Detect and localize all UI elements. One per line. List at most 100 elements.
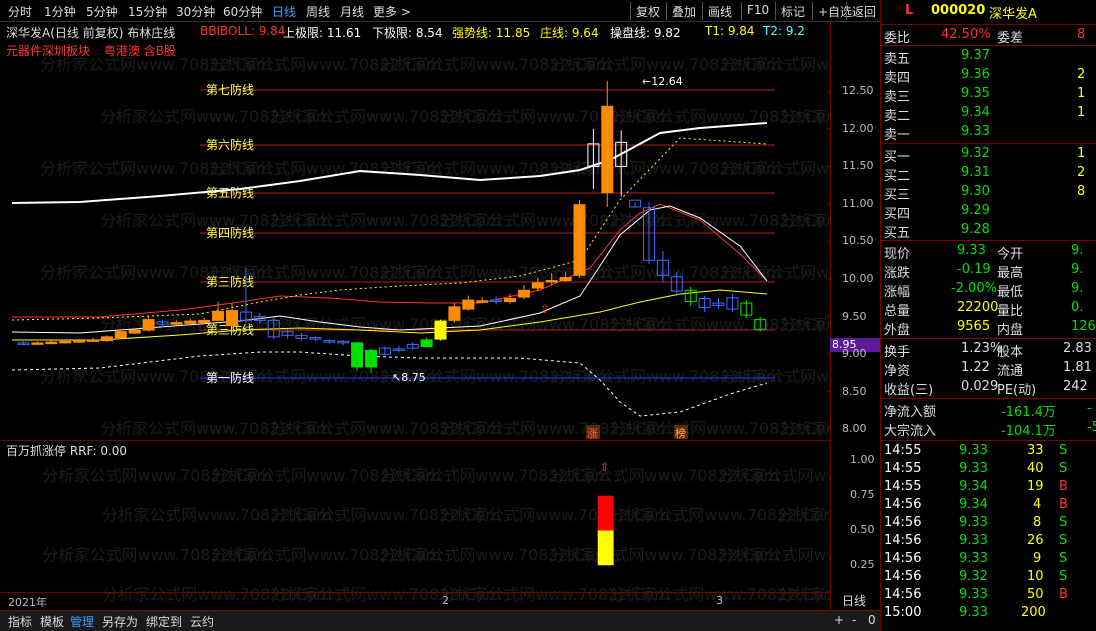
period-tab-2[interactable]: 5分钟 — [86, 3, 118, 20]
candle-body[interactable] — [601, 105, 614, 194]
candle-body[interactable] — [128, 329, 141, 334]
period-tab-7[interactable]: 周线 — [306, 3, 330, 20]
sector-tag[interactable]: 深圳板块 — [42, 44, 90, 58]
stock-header: L 000020 深华发A — [881, 2, 1096, 22]
buy-level-5[interactable]: 买五 9.28 — [881, 221, 1096, 241]
candle-body[interactable] — [170, 322, 183, 325]
sell-level-3[interactable]: 卖三 9.35 1 — [881, 85, 1096, 105]
stat-label: 总量 — [884, 304, 911, 319]
bottom-tab-2[interactable]: 管理 — [70, 613, 94, 630]
divider — [881, 45, 1096, 46]
candle-body[interactable] — [45, 341, 58, 345]
period-tab-3[interactable]: 15分钟 — [128, 3, 167, 20]
candle-body[interactable] — [504, 298, 516, 303]
sector-tag[interactable]: 元器件 — [6, 44, 42, 58]
level-volume: 1 — [1077, 86, 1086, 101]
sell-level-4[interactable]: 卖四 9.36 2 — [881, 66, 1096, 86]
bottom-tab-4[interactable]: 绑定到 — [146, 613, 182, 630]
reset-zoom-button[interactable]: 0 — [868, 613, 876, 627]
price-axis-label: 8.50 — [842, 384, 867, 398]
bottom-tab-0[interactable]: 指标 — [8, 613, 32, 630]
sell-level-5[interactable]: 卖五 9.37 — [881, 47, 1096, 67]
level-price: 9.33 — [961, 124, 990, 139]
period-tab-9[interactable]: 更多 > — [373, 3, 411, 20]
candle-body[interactable] — [59, 340, 72, 344]
sector-tag[interactable]: 粤港澳 — [104, 44, 140, 58]
candle-body[interactable] — [226, 310, 238, 327]
candle-body[interactable] — [420, 339, 433, 348]
bottom-tab-3[interactable]: 另存为 — [102, 613, 138, 630]
weicha-value: 8 — [1077, 27, 1086, 42]
period-tab-8[interactable]: 月线 — [340, 3, 364, 20]
candle-body[interactable] — [365, 349, 377, 368]
candle-body[interactable] — [531, 282, 544, 289]
candle-body[interactable] — [31, 342, 44, 345]
period-tab-0[interactable]: 分时 — [8, 3, 32, 20]
candle-body[interactable] — [545, 280, 558, 283]
upper-limit-value: 上极限: 11.61 — [283, 26, 362, 40]
level-price: 9.34 — [961, 105, 990, 120]
tick-row: 15:00 9.33 200 — [881, 604, 1096, 623]
candle-body[interactable] — [462, 299, 475, 310]
sub-axis-label: 0.25 — [850, 558, 875, 571]
tick-side: B — [1059, 479, 1068, 494]
bottom-tab-1[interactable]: 模板 — [40, 613, 64, 630]
price-axis-label: 12.00 — [842, 121, 874, 135]
divider — [881, 440, 1096, 441]
toolbar-button-6[interactable]: 返回 — [846, 2, 881, 20]
candle-body[interactable] — [351, 342, 364, 368]
tick-side: S — [1059, 461, 1068, 476]
sector-tag[interactable]: 含B股 — [144, 44, 176, 58]
candle-body[interactable] — [114, 331, 127, 339]
sub-indicator-chart[interactable]: 分析家公式网www.70822.Com 分析家公式网www.70822.Com 分析… — [0, 440, 830, 610]
tick-time: 15:00 — [884, 605, 922, 620]
candle-body[interactable] — [573, 204, 586, 276]
fund-label: 换手 — [884, 345, 911, 360]
buy-level-3[interactable]: 买三 9.30 8 — [881, 183, 1096, 203]
candle-body[interactable] — [198, 319, 211, 324]
period-tab-1[interactable]: 1分钟 — [44, 3, 76, 20]
toolbar-button-3[interactable]: F10 — [741, 2, 774, 20]
up-arrow-icon: ⇧ — [600, 460, 610, 474]
period-tab-5[interactable]: 60分钟 — [223, 3, 262, 20]
zoom-in-button[interactable]: + — [834, 613, 844, 627]
tick-time: 14:56 — [884, 551, 922, 566]
candle-body[interactable] — [100, 336, 113, 342]
toolbar-button-1[interactable]: 叠加 — [666, 2, 701, 20]
watermark: 分析家公式网www.70822.Com — [720, 367, 830, 386]
candle-body[interactable] — [184, 320, 197, 324]
tick-row: 14:55 9.34 19 B — [881, 478, 1096, 497]
sell-level-2[interactable]: 卖二 9.34 1 — [881, 104, 1096, 124]
buy-level-2[interactable]: 买二 9.31 2 — [881, 164, 1096, 184]
period-tab-4[interactable]: 30分钟 — [176, 3, 215, 20]
buy-level-1[interactable]: 买一 9.32 1 — [881, 145, 1096, 165]
stat-value: 0. — [1071, 300, 1084, 315]
tick-volume: 8 — [1033, 515, 1042, 530]
defense-line-label: 第三防线 — [206, 274, 254, 289]
candle-body[interactable] — [476, 300, 489, 303]
candle-body[interactable] — [517, 289, 530, 298]
tick-price: 9.33 — [959, 443, 988, 458]
candle-body[interactable] — [559, 277, 572, 282]
period-tab-6[interactable]: 日线 — [272, 3, 296, 20]
bottom-tab-5[interactable]: 云约 — [190, 613, 214, 630]
zhang-badge[interactable]: 涨 — [587, 427, 598, 440]
buy-level-4[interactable]: 买四 9.29 — [881, 202, 1096, 222]
toolbar-button-4[interactable]: 标记 — [775, 2, 810, 20]
kline-chart[interactable]: 分析家公式网www.70822.Com 分析家公式网www.70822.Com 分析… — [0, 40, 830, 440]
zoom-out-button[interactable]: - — [852, 613, 856, 627]
toolbar-button-0[interactable]: 复权 — [630, 2, 665, 20]
candle-body[interactable] — [434, 320, 447, 340]
candle-body[interactable] — [142, 319, 155, 331]
sell-level-1[interactable]: 卖一 9.33 — [881, 123, 1096, 143]
tick-price: 9.32 — [959, 569, 988, 584]
tick-price: 9.33 — [959, 551, 988, 566]
price-axis-label: 11.00 — [842, 196, 874, 210]
candle-body[interactable] — [448, 306, 461, 321]
toolbar-button-2[interactable]: 画线 — [702, 2, 737, 20]
bang-badge[interactable]: 榜 — [675, 426, 686, 440]
candle-body[interactable] — [73, 340, 86, 343]
candle-body[interactable] — [87, 339, 99, 342]
candle-body[interactable] — [212, 310, 225, 321]
watermark: 分析家公式网www.70822.Com — [780, 211, 830, 230]
